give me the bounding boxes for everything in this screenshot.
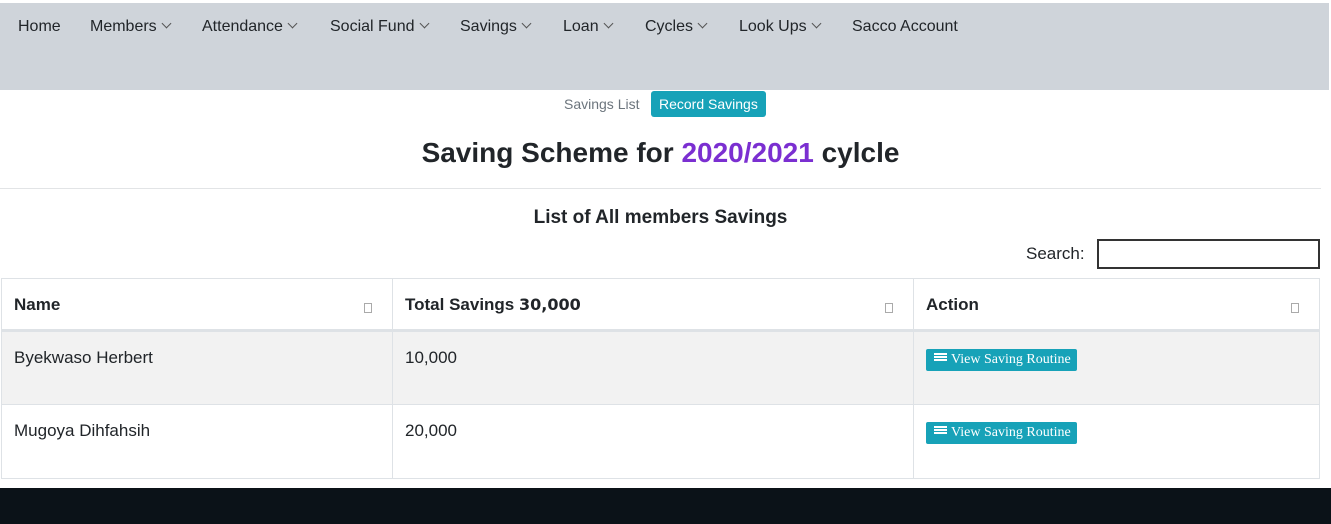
- page-title: Saving Scheme for 2020/2021 cylcle: [0, 137, 1321, 169]
- member-amount-cell: 10,000: [392, 330, 914, 405]
- nav-attendance-label: Attendance: [202, 18, 283, 35]
- nav-loan[interactable]: Loan: [563, 18, 614, 36]
- title-year: 2020/2021: [681, 137, 814, 168]
- nav-savings-label: Savings: [460, 18, 517, 35]
- nav-members[interactable]: Members: [90, 18, 172, 36]
- chevron-down-icon: [811, 18, 822, 29]
- sub-navigation: Savings List Record Savings: [0, 91, 1331, 117]
- nav-home-label: Home: [18, 18, 61, 35]
- savings-table: Name Total Savings 30,000 Action Byekwas…: [1, 278, 1320, 479]
- nav-attendance[interactable]: Attendance: [202, 18, 298, 36]
- column-header-total-label: Total Savings: [405, 295, 515, 314]
- view-saving-routine-button[interactable]: View Saving Routine: [926, 349, 1077, 371]
- section-subtitle: List of All members Savings: [533, 207, 788, 228]
- nav-cycles-label: Cycles: [645, 18, 694, 35]
- record-savings-button[interactable]: Record Savings: [651, 91, 766, 117]
- main-navbar: Home Members Attendance Social Fund Savi…: [0, 3, 1329, 90]
- chevron-down-icon: [603, 18, 614, 29]
- nav-loan-label: Loan: [563, 18, 599, 35]
- sort-icon[interactable]: [364, 303, 372, 313]
- divider: [0, 188, 1321, 189]
- member-amount-cell: 20,000: [392, 404, 914, 479]
- chevron-down-icon: [161, 18, 172, 29]
- list-icon: [934, 353, 947, 363]
- nav-look-ups[interactable]: Look Ups: [739, 18, 822, 36]
- nav-cycles[interactable]: Cycles: [645, 18, 708, 36]
- member-name-cell: Byekwaso Herbert: [1, 330, 393, 405]
- view-saving-routine-button[interactable]: View Saving Routine: [926, 422, 1077, 444]
- search-input[interactable]: [1097, 239, 1320, 269]
- member-name-cell: Mugoya Dihfahsih: [1, 404, 393, 479]
- sort-icon[interactable]: [1291, 303, 1299, 313]
- chevron-down-icon: [419, 18, 429, 29]
- sort-icon[interactable]: [885, 303, 893, 313]
- column-header-total-savings[interactable]: Total Savings 30,000: [392, 278, 914, 332]
- table-row: Byekwaso Herbert 10,000 View Saving Rout…: [1, 330, 1320, 405]
- chevron-down-icon: [697, 18, 708, 29]
- nav-sacco-account[interactable]: Sacco Account: [852, 18, 958, 36]
- column-header-action-label: Action: [926, 295, 979, 314]
- view-saving-routine-label: View Saving Routine: [951, 352, 1071, 367]
- title-suffix: cylcle: [821, 137, 900, 168]
- nav-members-label: Members: [90, 18, 157, 35]
- action-cell: View Saving Routine: [913, 404, 1320, 479]
- nav-social-fund[interactable]: Social Fund: [330, 18, 429, 36]
- column-header-name[interactable]: Name: [1, 278, 393, 332]
- footer-background: [0, 488, 1331, 524]
- action-cell: View Saving Routine: [913, 330, 1320, 405]
- title-prefix: Saving Scheme for: [421, 137, 674, 168]
- total-savings-value: 30,000: [519, 295, 581, 314]
- view-saving-routine-label: View Saving Routine: [951, 425, 1071, 440]
- nav-social-fund-label: Social Fund: [330, 18, 415, 35]
- column-header-action[interactable]: Action: [913, 278, 1320, 332]
- nav-sacco-account-label: Sacco Account: [852, 18, 958, 35]
- nav-look-ups-label: Look Ups: [739, 18, 807, 35]
- nav-home[interactable]: Home: [18, 18, 61, 36]
- list-icon: [934, 426, 947, 436]
- column-header-name-label: Name: [14, 295, 61, 314]
- savings-list-link[interactable]: Savings List: [564, 96, 639, 112]
- table-row: Mugoya Dihfahsih 20,000 View Saving Rout…: [1, 404, 1320, 479]
- chevron-down-icon: [521, 18, 532, 29]
- chevron-down-icon: [287, 18, 298, 29]
- nav-savings[interactable]: Savings: [460, 18, 532, 36]
- table-header-row: Name Total Savings 30,000 Action: [1, 278, 1320, 332]
- search-label: Search:: [1026, 244, 1085, 263]
